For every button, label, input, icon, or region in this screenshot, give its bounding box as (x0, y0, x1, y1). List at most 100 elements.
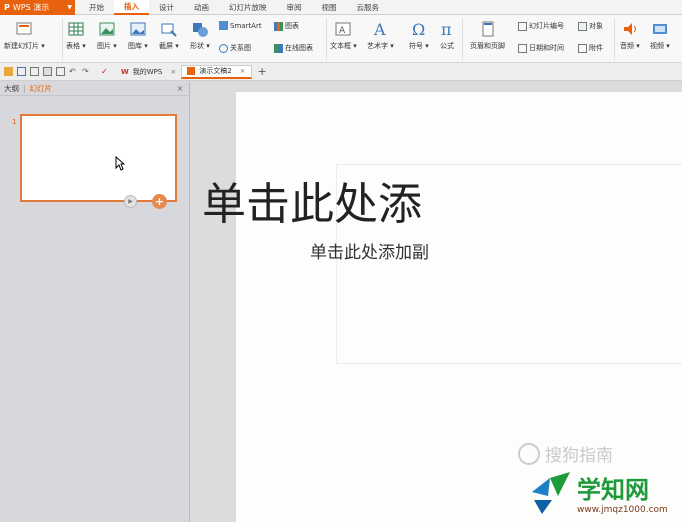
header-footer-button[interactable]: 页眉和页脚 (470, 15, 505, 51)
gallery-button[interactable]: 图库 ▾ (128, 15, 148, 51)
online-chart-icon (274, 43, 283, 53)
slide-canvas[interactable] (236, 92, 682, 522)
textbox-label: 文本框 (330, 42, 351, 50)
object-button[interactable]: 对象 (578, 21, 603, 31)
table-button[interactable]: 表格 ▾ (66, 15, 86, 51)
tab-view[interactable]: 视图 (312, 0, 347, 15)
relation-chart-button[interactable]: 关系图 (219, 43, 251, 53)
smartart-icon (219, 21, 228, 30)
close-icon[interactable]: × (240, 67, 246, 75)
audio-label: 音频 (620, 42, 634, 50)
screenshot-button[interactable]: 截屏 ▾ (159, 15, 179, 51)
tab-review[interactable]: 审阅 (277, 0, 312, 15)
header-footer-label: 页眉和页脚 (470, 42, 505, 50)
svg-text:A: A (373, 20, 386, 38)
smartart-label: SmartArt (230, 21, 262, 30)
new-slide-icon (16, 22, 32, 35)
wps-logo-icon: P (4, 2, 10, 12)
slide-thumbnail[interactable] (20, 114, 177, 202)
textbox-button[interactable]: A 文本框 ▾ (330, 15, 357, 51)
picture-label: 图片 (97, 42, 111, 50)
formula-button[interactable]: π 公式 (438, 15, 456, 51)
tab-my-wps[interactable]: W 我的WPS × (116, 65, 181, 79)
ribbon-insert: 新建幻灯片 ▾ 表格 ▾ 图片 ▾ 图库 ▾ 截屏 ▾ 形状 ▾ SmartAr… (0, 15, 682, 63)
object-label: 对象 (589, 22, 603, 30)
online-chart-button[interactable]: 在线图表 (274, 43, 313, 53)
export-pdf-icon[interactable] (30, 67, 39, 76)
slide-number-label: 幻灯片编号 (529, 22, 564, 30)
svg-text:π: π (441, 20, 452, 38)
undo-icon[interactable]: ↶ (69, 67, 78, 76)
slide-title-placeholder[interactable]: 单击此处添 (202, 168, 422, 232)
pi-formula-icon: π (441, 20, 452, 38)
tab-presentation2-label: 演示文稿2 (199, 67, 232, 75)
wps-w-icon: W (121, 67, 129, 76)
tab-animation[interactable]: 动画 (184, 0, 219, 15)
smartart-button[interactable]: SmartArt (219, 21, 262, 30)
panel-header: 大纲 | 幻灯片 × (0, 82, 189, 96)
add-slide-icon[interactable]: + (152, 194, 167, 209)
object-icon (578, 21, 587, 31)
chart-icon (274, 21, 283, 31)
picture-icon (99, 22, 115, 36)
speaker-icon (623, 23, 636, 35)
slides-panel: 大纲 | 幻灯片 × 1 ▶ + (0, 82, 190, 522)
new-slide-button[interactable]: 新建幻灯片 ▾ (4, 15, 45, 51)
tab-home[interactable]: 开始 (79, 0, 114, 15)
tab-slideshow[interactable]: 幻灯片放映 (219, 0, 277, 15)
save-icon[interactable] (17, 67, 26, 76)
svg-text:A: A (339, 26, 346, 36)
site-watermark-url: www.jmqz1000.com (577, 505, 668, 515)
tab-design[interactable]: 设计 (149, 0, 184, 15)
symbol-button[interactable]: Ω 符号 ▾ (409, 15, 429, 51)
chart-button[interactable]: 图表 (274, 21, 299, 31)
ribbon-separator (326, 18, 327, 60)
chevron-down-icon: ▼ (67, 3, 72, 11)
site-watermark-name: 学知网 (577, 476, 649, 504)
slide-subtitle-placeholder[interactable]: 单击此处添加副 (310, 238, 429, 263)
new-slide-label: 新建幻灯片 (4, 42, 39, 50)
tab-cloud-service[interactable]: 云服务 (347, 0, 390, 15)
video-button[interactable]: 视频 ▾ (650, 15, 670, 51)
ribbon-separator (462, 18, 463, 60)
attachment-icon (578, 43, 587, 53)
date-time-button[interactable]: 日期和时间 (518, 43, 564, 53)
print-preview-icon[interactable] (56, 67, 65, 76)
sogou-logo-icon (518, 442, 540, 465)
wordart-icon: A (373, 20, 386, 38)
omega-symbol-icon: Ω (412, 20, 425, 38)
close-panel-icon[interactable]: × (177, 84, 183, 93)
new-tab-plus-icon[interactable]: + (258, 65, 267, 78)
print-icon[interactable] (43, 67, 52, 76)
shape-label: 形状 (190, 42, 204, 50)
sogou-watermark-text: 搜狗指南 (545, 446, 613, 466)
tab-outline[interactable]: 大纲 (4, 83, 19, 94)
redo-icon[interactable]: ↷ (82, 67, 91, 76)
panel-divider: | (23, 84, 26, 93)
screenshot-icon (161, 23, 177, 37)
slide-number-button[interactable]: 幻灯片编号 (518, 21, 564, 31)
format-painter-icon[interactable]: ✓ (101, 67, 110, 76)
gallery-icon (130, 22, 146, 36)
relation-chart-label: 关系图 (230, 44, 251, 52)
online-chart-label: 在线图表 (285, 44, 313, 52)
audio-button[interactable]: 音频 ▾ (620, 15, 640, 51)
header-footer-icon (482, 21, 493, 37)
slide-number-icon (518, 21, 527, 31)
shape-button[interactable]: 形状 ▾ (190, 15, 210, 51)
tab-slides[interactable]: 幻灯片 (30, 83, 53, 94)
tab-presentation2[interactable]: 演示文稿2 × (181, 64, 252, 79)
screenshot-label: 截屏 (159, 42, 173, 50)
gallery-label: 图库 (128, 42, 142, 50)
wps-app-menu-button[interactable]: P WPS 演示 ▼ (0, 0, 75, 15)
picture-button[interactable]: 图片 ▾ (97, 15, 117, 51)
play-slide-icon[interactable]: ▶ (124, 195, 137, 208)
open-folder-icon[interactable] (4, 67, 13, 76)
attachment-button[interactable]: 附件 (578, 43, 603, 53)
close-icon[interactable]: × (170, 68, 176, 76)
relation-chart-icon (219, 43, 228, 53)
wordart-button[interactable]: A 艺术字 ▾ (367, 15, 394, 51)
sogou-watermark: 搜狗指南 (518, 441, 613, 466)
tab-insert[interactable]: 插入 (114, 0, 149, 15)
presentation-icon (187, 67, 196, 75)
